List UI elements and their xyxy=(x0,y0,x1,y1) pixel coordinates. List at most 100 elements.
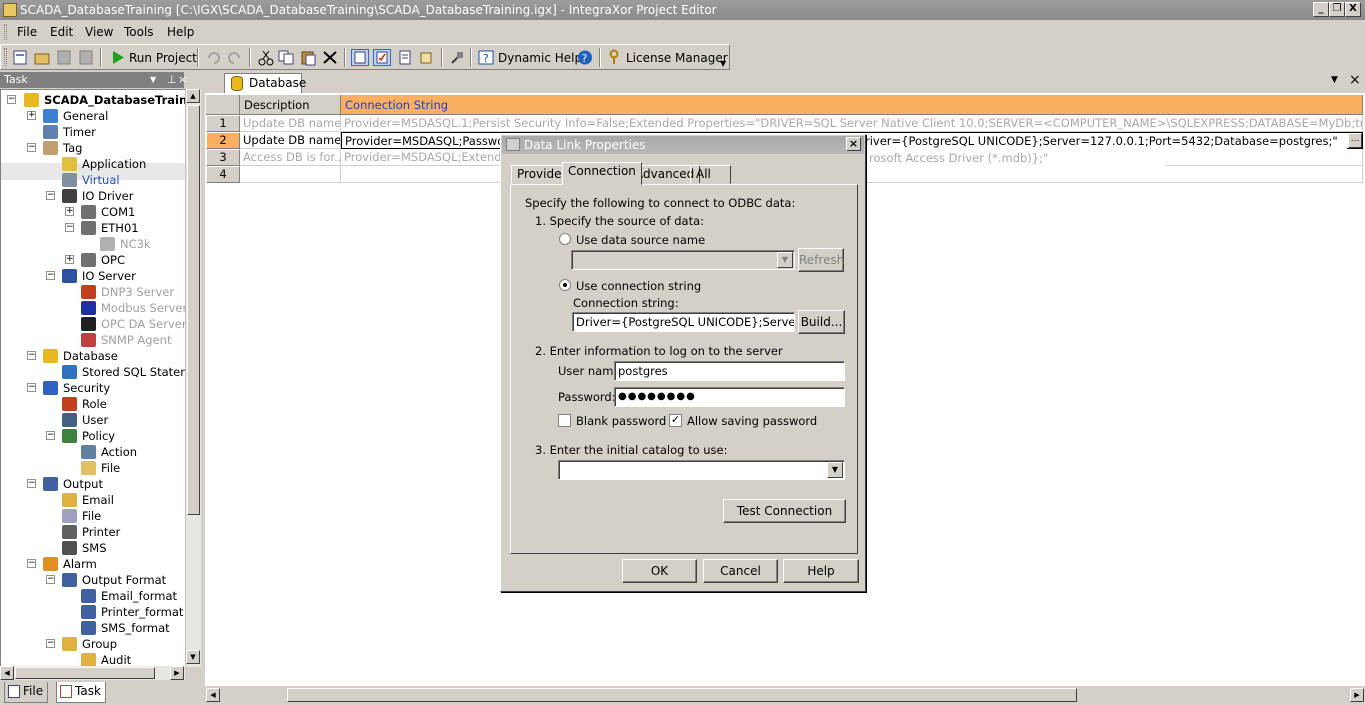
checklist-icon[interactable] xyxy=(373,49,391,66)
run-icon[interactable] xyxy=(109,49,127,66)
run-project-button[interactable]: Run Project xyxy=(129,51,197,65)
toolbar-overflow-icon[interactable]: ▼ xyxy=(720,59,726,68)
tree-toggle-collapse-icon[interactable]: − xyxy=(46,639,55,648)
hscroll-thumb[interactable] xyxy=(15,667,155,679)
test-connection-button[interactable]: Test Connection xyxy=(723,499,846,523)
tree-item[interactable]: Virtual xyxy=(82,172,120,188)
tree-toggle-collapse-icon[interactable]: − xyxy=(27,383,36,392)
delete-icon[interactable] xyxy=(321,49,339,66)
blank-password-checkbox[interactable] xyxy=(558,414,571,427)
username-input[interactable]: postgres xyxy=(614,361,845,381)
tree-item[interactable]: SMS xyxy=(82,540,107,556)
tree-toggle-expand-icon[interactable]: + xyxy=(27,111,36,120)
tree-toggle-collapse-icon[interactable]: − xyxy=(46,575,55,584)
tree-toggle-collapse-icon[interactable]: − xyxy=(46,431,55,440)
tree-item[interactable]: File xyxy=(82,508,101,524)
row-header-2[interactable]: 2 xyxy=(206,132,240,149)
tree-item[interactable]: Printer xyxy=(82,524,120,540)
doc-close-icon[interactable]: × xyxy=(1349,72,1361,88)
tree-item[interactable]: Group xyxy=(82,636,117,652)
use-dsn-radio[interactable] xyxy=(559,233,571,245)
panel-dropdown-icon[interactable]: ▼ xyxy=(150,72,156,88)
dsn-select[interactable]: ▼ xyxy=(571,250,795,270)
tree-item[interactable]: Application xyxy=(82,156,146,172)
doc-dropdown-icon[interactable]: ▼ xyxy=(1331,75,1338,85)
row-header-4[interactable]: 4 xyxy=(206,166,240,183)
redo-icon[interactable] xyxy=(226,49,244,66)
tree-item[interactable]: IO Server xyxy=(82,268,136,284)
tree-item[interactable]: SNMP Agent xyxy=(101,332,171,348)
close-button[interactable]: X xyxy=(1345,2,1361,17)
export-icon[interactable] xyxy=(418,49,436,66)
scroll-right-button[interactable]: ▶ xyxy=(170,666,184,680)
allow-saving-checkbox[interactable]: ✓ xyxy=(669,414,682,427)
allow-saving-label[interactable]: Allow saving password xyxy=(687,414,817,428)
menu-file[interactable]: File xyxy=(17,25,37,39)
tree-item[interactable]: SCADA_DatabaseTrainin xyxy=(44,92,185,108)
tree-toggle-collapse-icon[interactable]: − xyxy=(27,479,36,488)
tree-item[interactable]: File xyxy=(101,460,120,476)
tab-file[interactable]: File xyxy=(4,682,49,703)
tree-toggle-expand-icon[interactable]: + xyxy=(65,207,74,216)
license-manager-button[interactable]: License Manager xyxy=(626,51,728,65)
row-header-1[interactable]: 1 xyxy=(206,115,240,132)
tree-toggle-expand-icon[interactable]: + xyxy=(65,255,74,264)
tree-item[interactable]: IO Driver xyxy=(82,188,134,204)
grid-scroll-right-button[interactable]: ▶ xyxy=(1350,688,1364,702)
task-vertical-scrollbar[interactable]: ▲ ▼ xyxy=(185,89,201,667)
use-connstr-label[interactable]: Use connection string xyxy=(576,279,701,293)
tree-item[interactable]: SMS_format xyxy=(101,620,170,636)
grid-scroll-left-button[interactable]: ◀ xyxy=(206,688,220,702)
menu-edit[interactable]: Edit xyxy=(50,25,73,39)
tree-item[interactable]: DNP3 Server xyxy=(101,284,174,300)
tree-item[interactable]: COM1 xyxy=(101,204,135,220)
dialog-close-icon[interactable]: × xyxy=(846,137,861,151)
scroll-left-button[interactable]: ◀ xyxy=(0,666,14,680)
cell-description-4[interactable] xyxy=(240,166,341,183)
minimize-button[interactable]: _ xyxy=(1313,2,1329,17)
tree-toggle-collapse-icon[interactable]: − xyxy=(46,271,55,280)
chevron-down-icon[interactable]: ▼ xyxy=(827,462,843,478)
cut-icon[interactable] xyxy=(257,49,275,66)
tree-item[interactable]: Email_format xyxy=(101,588,177,604)
tree-item[interactable]: Policy xyxy=(82,428,115,444)
tree-item[interactable]: Output Format xyxy=(82,572,166,588)
use-connstr-radio[interactable] xyxy=(559,279,571,291)
tree-item[interactable]: Audit xyxy=(101,652,131,666)
password-input[interactable]: ●●●●●●●● xyxy=(614,387,845,407)
use-dsn-label[interactable]: Use data source name xyxy=(576,233,705,247)
cell-description-1[interactable]: Update DB name... xyxy=(240,115,341,132)
help-icon[interactable]: ? xyxy=(576,49,594,66)
tab-task[interactable]: Task xyxy=(56,682,106,703)
tree-item[interactable]: OPC xyxy=(101,252,125,268)
column-header-description[interactable]: Description xyxy=(240,95,341,115)
key-icon[interactable] xyxy=(605,49,623,66)
tree-item[interactable]: NC3k xyxy=(120,236,151,252)
dynamic-help-icon[interactable]: ? xyxy=(477,49,495,66)
row-header-3[interactable]: 3 xyxy=(206,149,240,166)
tree-item[interactable]: Alarm xyxy=(63,556,97,572)
tree-toggle-collapse-icon[interactable]: − xyxy=(27,559,36,568)
tree-item[interactable]: Modbus Server xyxy=(101,300,185,316)
tree-item[interactable]: Security xyxy=(63,380,110,396)
tree-item[interactable]: Timer xyxy=(63,124,96,140)
paste-icon[interactable] xyxy=(299,49,317,66)
tree-item[interactable]: Printer_format xyxy=(101,604,183,620)
panel-pin-icon[interactable]: ⊥ xyxy=(167,72,177,88)
cell-description-3[interactable]: Access DB is for... xyxy=(240,149,341,166)
tree-toggle-collapse-icon[interactable]: − xyxy=(27,143,36,152)
dynamic-help-button[interactable]: Dynamic Help xyxy=(498,51,582,65)
tree-item[interactable]: ETH01 xyxy=(101,220,139,236)
tree-item[interactable]: Stored SQL Statemer xyxy=(82,364,185,380)
column-header-connection-string[interactable]: Connection String xyxy=(341,95,1363,115)
grid-horizontal-scrollbar[interactable]: ◀ ▶ xyxy=(205,686,1365,705)
tree-toggle-collapse-icon[interactable]: − xyxy=(46,191,55,200)
tab-all[interactable]: All xyxy=(690,165,731,184)
menu-tools[interactable]: Tools xyxy=(124,25,154,39)
tree-toggle-collapse-icon[interactable]: − xyxy=(65,223,74,232)
refresh-button[interactable]: Refresh xyxy=(798,248,844,272)
pin-icon[interactable] xyxy=(448,49,466,66)
restore-button[interactable]: ❐ xyxy=(1329,2,1345,17)
tree-item[interactable]: User xyxy=(82,412,108,428)
tree-item[interactable]: Action xyxy=(101,444,137,460)
